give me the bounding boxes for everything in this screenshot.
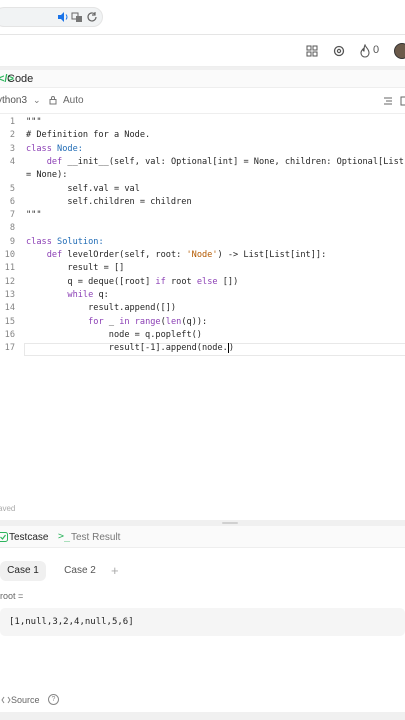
avatar[interactable]	[394, 43, 405, 59]
param-label: root =	[0, 591, 24, 601]
line-number: 17	[4, 343, 15, 354]
testcase-panel: Case 1 Case 2 + root = [1,null,3,2,4,nul…	[0, 548, 405, 708]
code-text: """	[26, 210, 42, 221]
layout-icon[interactable]	[305, 44, 319, 58]
line-number: 12	[4, 276, 15, 287]
format-icon[interactable]	[383, 96, 393, 106]
line-number: 2	[9, 130, 15, 141]
line-number: 16	[4, 329, 15, 340]
tab-code[interactable]: Code	[7, 73, 33, 85]
auto-mode-label[interactable]: Auto	[63, 95, 84, 106]
param-input[interactable]: [1,null,3,2,4,null,5,6]	[0, 608, 405, 636]
speaker-icon[interactable]	[57, 11, 69, 23]
source-button[interactable]: Source	[11, 695, 40, 705]
streak-count: 0	[373, 44, 380, 56]
source-icon	[1, 696, 11, 704]
line-number: 10	[4, 250, 15, 260]
code-text: def __init__(self, val: Optional[int] = …	[46, 156, 405, 167]
case-1-tab[interactable]: Case 1	[0, 561, 46, 581]
code-text: result = []	[67, 263, 125, 274]
code-line[interactable]: 3 class Node:	[0, 143, 405, 156]
code-editor[interactable]: 1 """ 2 # Definition for a Node. 3 class Node…	[0, 114, 405, 520]
code-line[interactable]: 13 while q:	[0, 289, 405, 302]
fire-icon[interactable]	[358, 44, 372, 58]
add-case-button[interactable]: +	[111, 561, 119, 581]
code-line[interactable]: 10 def levelOrder(self, root: 'Node') ->…	[0, 249, 405, 262]
tab-testcase[interactable]: Testcase	[9, 532, 48, 543]
code-text: """	[26, 117, 42, 127]
lock-icon	[49, 96, 57, 105]
line-number: 4	[9, 156, 15, 167]
code-text: # Definition for a Node.	[26, 130, 151, 141]
line-number: 8	[9, 223, 15, 234]
line-number: 11	[4, 263, 15, 274]
line-number: 1	[9, 117, 15, 127]
code-text: self.val = val	[67, 183, 140, 194]
line-number: 13	[4, 289, 15, 300]
code-text: class Node:	[26, 143, 83, 154]
bottom-panel-tabs: Testcase >_ Test Result	[0, 526, 405, 548]
code-line[interactable]: 7 """	[0, 209, 405, 222]
code-line[interactable]: 11 result = []	[0, 262, 405, 275]
line-number: 5	[9, 183, 15, 194]
app-navbar: 0	[0, 35, 405, 67]
code-line[interactable]: = None):	[0, 169, 405, 182]
line-number: 14	[4, 303, 15, 314]
line-number: 6	[9, 196, 15, 207]
code-line[interactable]: 4 def __init__(self, val: Optional[int] …	[0, 156, 405, 169]
bottom-bar: Source ?	[0, 690, 405, 712]
code-panel-header: </> Code	[0, 70, 405, 88]
code-text: self.children = children	[67, 196, 192, 207]
reload-icon[interactable]	[86, 11, 98, 23]
code-line[interactable]: 6 self.children = children	[0, 196, 405, 209]
code-text: node = q.popleft()	[108, 329, 202, 340]
code-line[interactable]: 9 class Solution:	[0, 236, 405, 249]
line-number: 3	[9, 143, 15, 154]
checkbox-icon	[0, 532, 8, 542]
code-text: class Solution:	[26, 236, 104, 247]
case-2-tab[interactable]: Case 2	[55, 561, 105, 581]
saved-status: aved	[0, 504, 16, 513]
code-line[interactable]: 1 """	[0, 116, 405, 129]
help-icon[interactable]: ?	[48, 694, 59, 705]
gear-icon[interactable]	[332, 44, 346, 58]
editor-toolbar: ython3 ⌄ Auto	[0, 88, 405, 114]
code-line[interactable]: 17 result[-1].append(node.)	[0, 342, 405, 355]
chevron-down-icon[interactable]: ⌄	[33, 95, 41, 106]
language-select[interactable]: ython3	[0, 95, 27, 106]
expand-icon[interactable]	[400, 96, 405, 106]
bottom-edge	[0, 712, 405, 720]
code-text: q = deque([root] if root else [])	[67, 276, 239, 287]
code-line[interactable]: 14 result.append([])	[0, 302, 405, 315]
code-line[interactable]: 8	[0, 222, 405, 235]
line-number: 9	[9, 236, 15, 247]
browser-toolbar	[0, 0, 405, 34]
line-number: 15	[4, 316, 15, 327]
code-text: while q:	[67, 289, 109, 300]
code-text: result[-1].append(node.)	[108, 342, 235, 354]
translate-icon[interactable]	[71, 11, 83, 23]
line-number: 7	[9, 210, 15, 221]
code-text: def levelOrder(self, root: 'Node') -> Li…	[46, 250, 327, 260]
code-line[interactable]: 12 q = deque([root] if root else [])	[0, 276, 405, 289]
code-line[interactable]: 16 node = q.popleft()	[0, 329, 405, 342]
code-text: = None):	[26, 170, 68, 181]
code-line[interactable]: 2 # Definition for a Node.	[0, 129, 405, 142]
resize-handle[interactable]	[222, 522, 238, 524]
code-line[interactable]: 5 self.val = val	[0, 183, 405, 196]
code-text: result.append([])	[88, 303, 177, 314]
code-text: for _ in range(len(q)):	[88, 316, 208, 327]
terminal-icon: >_	[58, 531, 71, 542]
tab-test-result[interactable]: Test Result	[71, 532, 120, 543]
code-line[interactable]: 15 for _ in range(len(q)):	[0, 316, 405, 329]
